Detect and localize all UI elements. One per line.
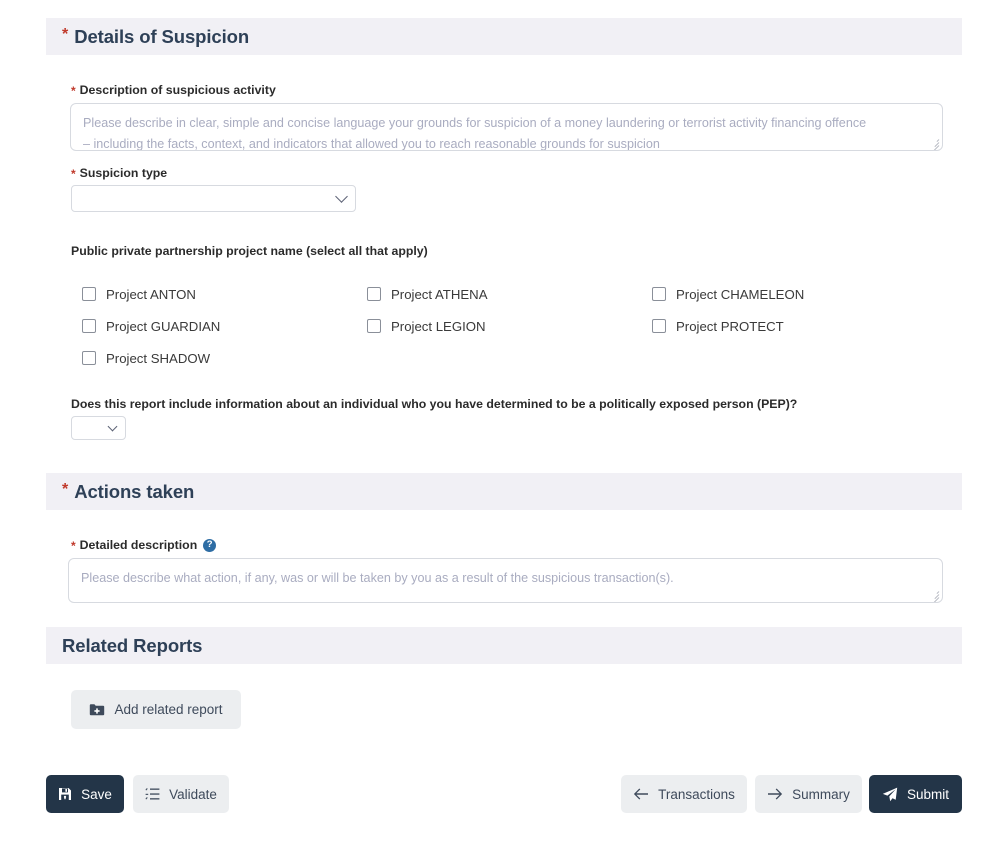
arrow-right-icon bbox=[767, 788, 783, 800]
paper-plane-icon bbox=[882, 787, 898, 802]
checkbox-row: Project SHADOW bbox=[82, 342, 942, 374]
arrow-left-icon bbox=[633, 788, 649, 800]
checkbox-project-legion[interactable]: Project LEGION bbox=[367, 319, 652, 334]
resize-grip-icon[interactable] bbox=[929, 138, 940, 150]
label-text: Suspicion type bbox=[79, 166, 168, 180]
suspicion-type-label: * Suspicion type bbox=[71, 166, 167, 180]
ppp-project-name-label: Public private partnership project name … bbox=[71, 244, 428, 258]
checkbox-project-anton[interactable]: Project ANTON bbox=[82, 287, 367, 302]
summary-nav-button[interactable]: Summary bbox=[755, 775, 862, 813]
section-title: Related Reports bbox=[62, 634, 203, 656]
help-icon[interactable]: ? bbox=[203, 538, 217, 552]
checkbox-icon[interactable] bbox=[652, 287, 666, 301]
checkbox-label: Project PROTECT bbox=[676, 318, 784, 334]
checkbox-icon[interactable] bbox=[367, 287, 381, 301]
checkbox-row: Project GUARDIAN Project LEGION Project … bbox=[82, 310, 942, 342]
label-text: Detailed description bbox=[79, 538, 198, 552]
button-label: Summary bbox=[792, 786, 850, 802]
checkbox-row: Project ANTON Project ATHENA Project CHA… bbox=[82, 278, 942, 310]
placeholder-line-1: Please describe in clear, simple and con… bbox=[83, 116, 867, 130]
checkbox-label: Project CHAMELEON bbox=[676, 286, 805, 302]
save-disk-icon bbox=[58, 787, 72, 801]
validate-button[interactable]: Validate bbox=[133, 775, 229, 813]
transactions-nav-button[interactable]: Transactions bbox=[621, 775, 747, 813]
required-indicator-icon: * bbox=[62, 480, 69, 498]
checkbox-label: Project ATHENA bbox=[391, 286, 488, 302]
section-title: Details of Suspicion bbox=[74, 25, 250, 47]
checkbox-icon[interactable] bbox=[82, 351, 96, 365]
suspicion-type-select[interactable] bbox=[71, 185, 356, 212]
section-title: Actions taken bbox=[74, 480, 195, 502]
label-text: Public private partnership project name … bbox=[71, 244, 428, 258]
required-indicator-icon: * bbox=[71, 539, 76, 553]
description-of-suspicious-activity-textarea[interactable]: Please describe in clear, simple and con… bbox=[70, 103, 943, 151]
section-header-details-of-suspicion: * Details of Suspicion bbox=[46, 18, 962, 55]
button-label: Transactions bbox=[658, 786, 735, 802]
suspicious-transaction-report-form: * Details of Suspicion * Description of … bbox=[0, 0, 1003, 844]
checkbox-project-protect[interactable]: Project PROTECT bbox=[652, 319, 937, 334]
required-indicator-icon: * bbox=[71, 84, 76, 98]
checkbox-icon[interactable] bbox=[82, 319, 96, 333]
checkbox-label: Project SHADOW bbox=[106, 350, 211, 366]
button-label: Add related report bbox=[114, 702, 223, 717]
checkbox-project-guardian[interactable]: Project GUARDIAN bbox=[82, 319, 367, 334]
chevron-down-icon bbox=[335, 190, 348, 203]
checkbox-project-shadow[interactable]: Project SHADOW bbox=[82, 351, 367, 366]
chevron-down-icon bbox=[107, 421, 118, 431]
save-button[interactable]: Save bbox=[46, 775, 124, 813]
detailed-description-label: * Detailed description ? bbox=[71, 538, 217, 553]
checkbox-icon[interactable] bbox=[652, 319, 666, 333]
list-check-icon bbox=[145, 787, 160, 801]
placeholder-line-2: – including the facts, context, and indi… bbox=[83, 137, 660, 151]
checkbox-project-chameleon[interactable]: Project CHAMELEON bbox=[652, 287, 937, 302]
pep-question-label: Does this report include information abo… bbox=[71, 397, 797, 411]
button-label: Save bbox=[81, 786, 112, 802]
checkbox-project-athena[interactable]: Project ATHENA bbox=[367, 287, 652, 302]
add-related-report-button[interactable]: Add related report bbox=[71, 690, 241, 729]
resize-grip-icon[interactable] bbox=[929, 590, 940, 602]
checkbox-icon[interactable] bbox=[367, 319, 381, 333]
required-indicator-icon: * bbox=[71, 167, 76, 181]
folder-plus-icon bbox=[89, 703, 105, 717]
section-header-actions-taken: * Actions taken bbox=[46, 473, 962, 510]
checkbox-label: Project ANTON bbox=[106, 286, 196, 302]
description-of-suspicious-activity-label: * Description of suspicious activity bbox=[71, 83, 276, 97]
button-label: Submit bbox=[906, 786, 950, 802]
section-header-related-reports: Related Reports bbox=[46, 627, 962, 664]
checkbox-icon[interactable] bbox=[82, 287, 96, 301]
pep-select[interactable] bbox=[71, 416, 126, 440]
checkbox-label: Project GUARDIAN bbox=[106, 318, 221, 334]
submit-button[interactable]: Submit bbox=[869, 775, 962, 813]
checkbox-label: Project LEGION bbox=[391, 318, 486, 334]
ppp-project-checkbox-group: Project ANTON Project ATHENA Project CHA… bbox=[82, 278, 942, 374]
button-label: Validate bbox=[169, 786, 217, 802]
label-text: Description of suspicious activity bbox=[79, 83, 276, 97]
detailed-description-textarea[interactable]: Please describe what action, if any, was… bbox=[68, 558, 943, 603]
required-indicator-icon: * bbox=[62, 25, 69, 43]
placeholder-line-1: Please describe what action, if any, was… bbox=[81, 571, 674, 585]
label-text: Does this report include information abo… bbox=[71, 397, 798, 411]
